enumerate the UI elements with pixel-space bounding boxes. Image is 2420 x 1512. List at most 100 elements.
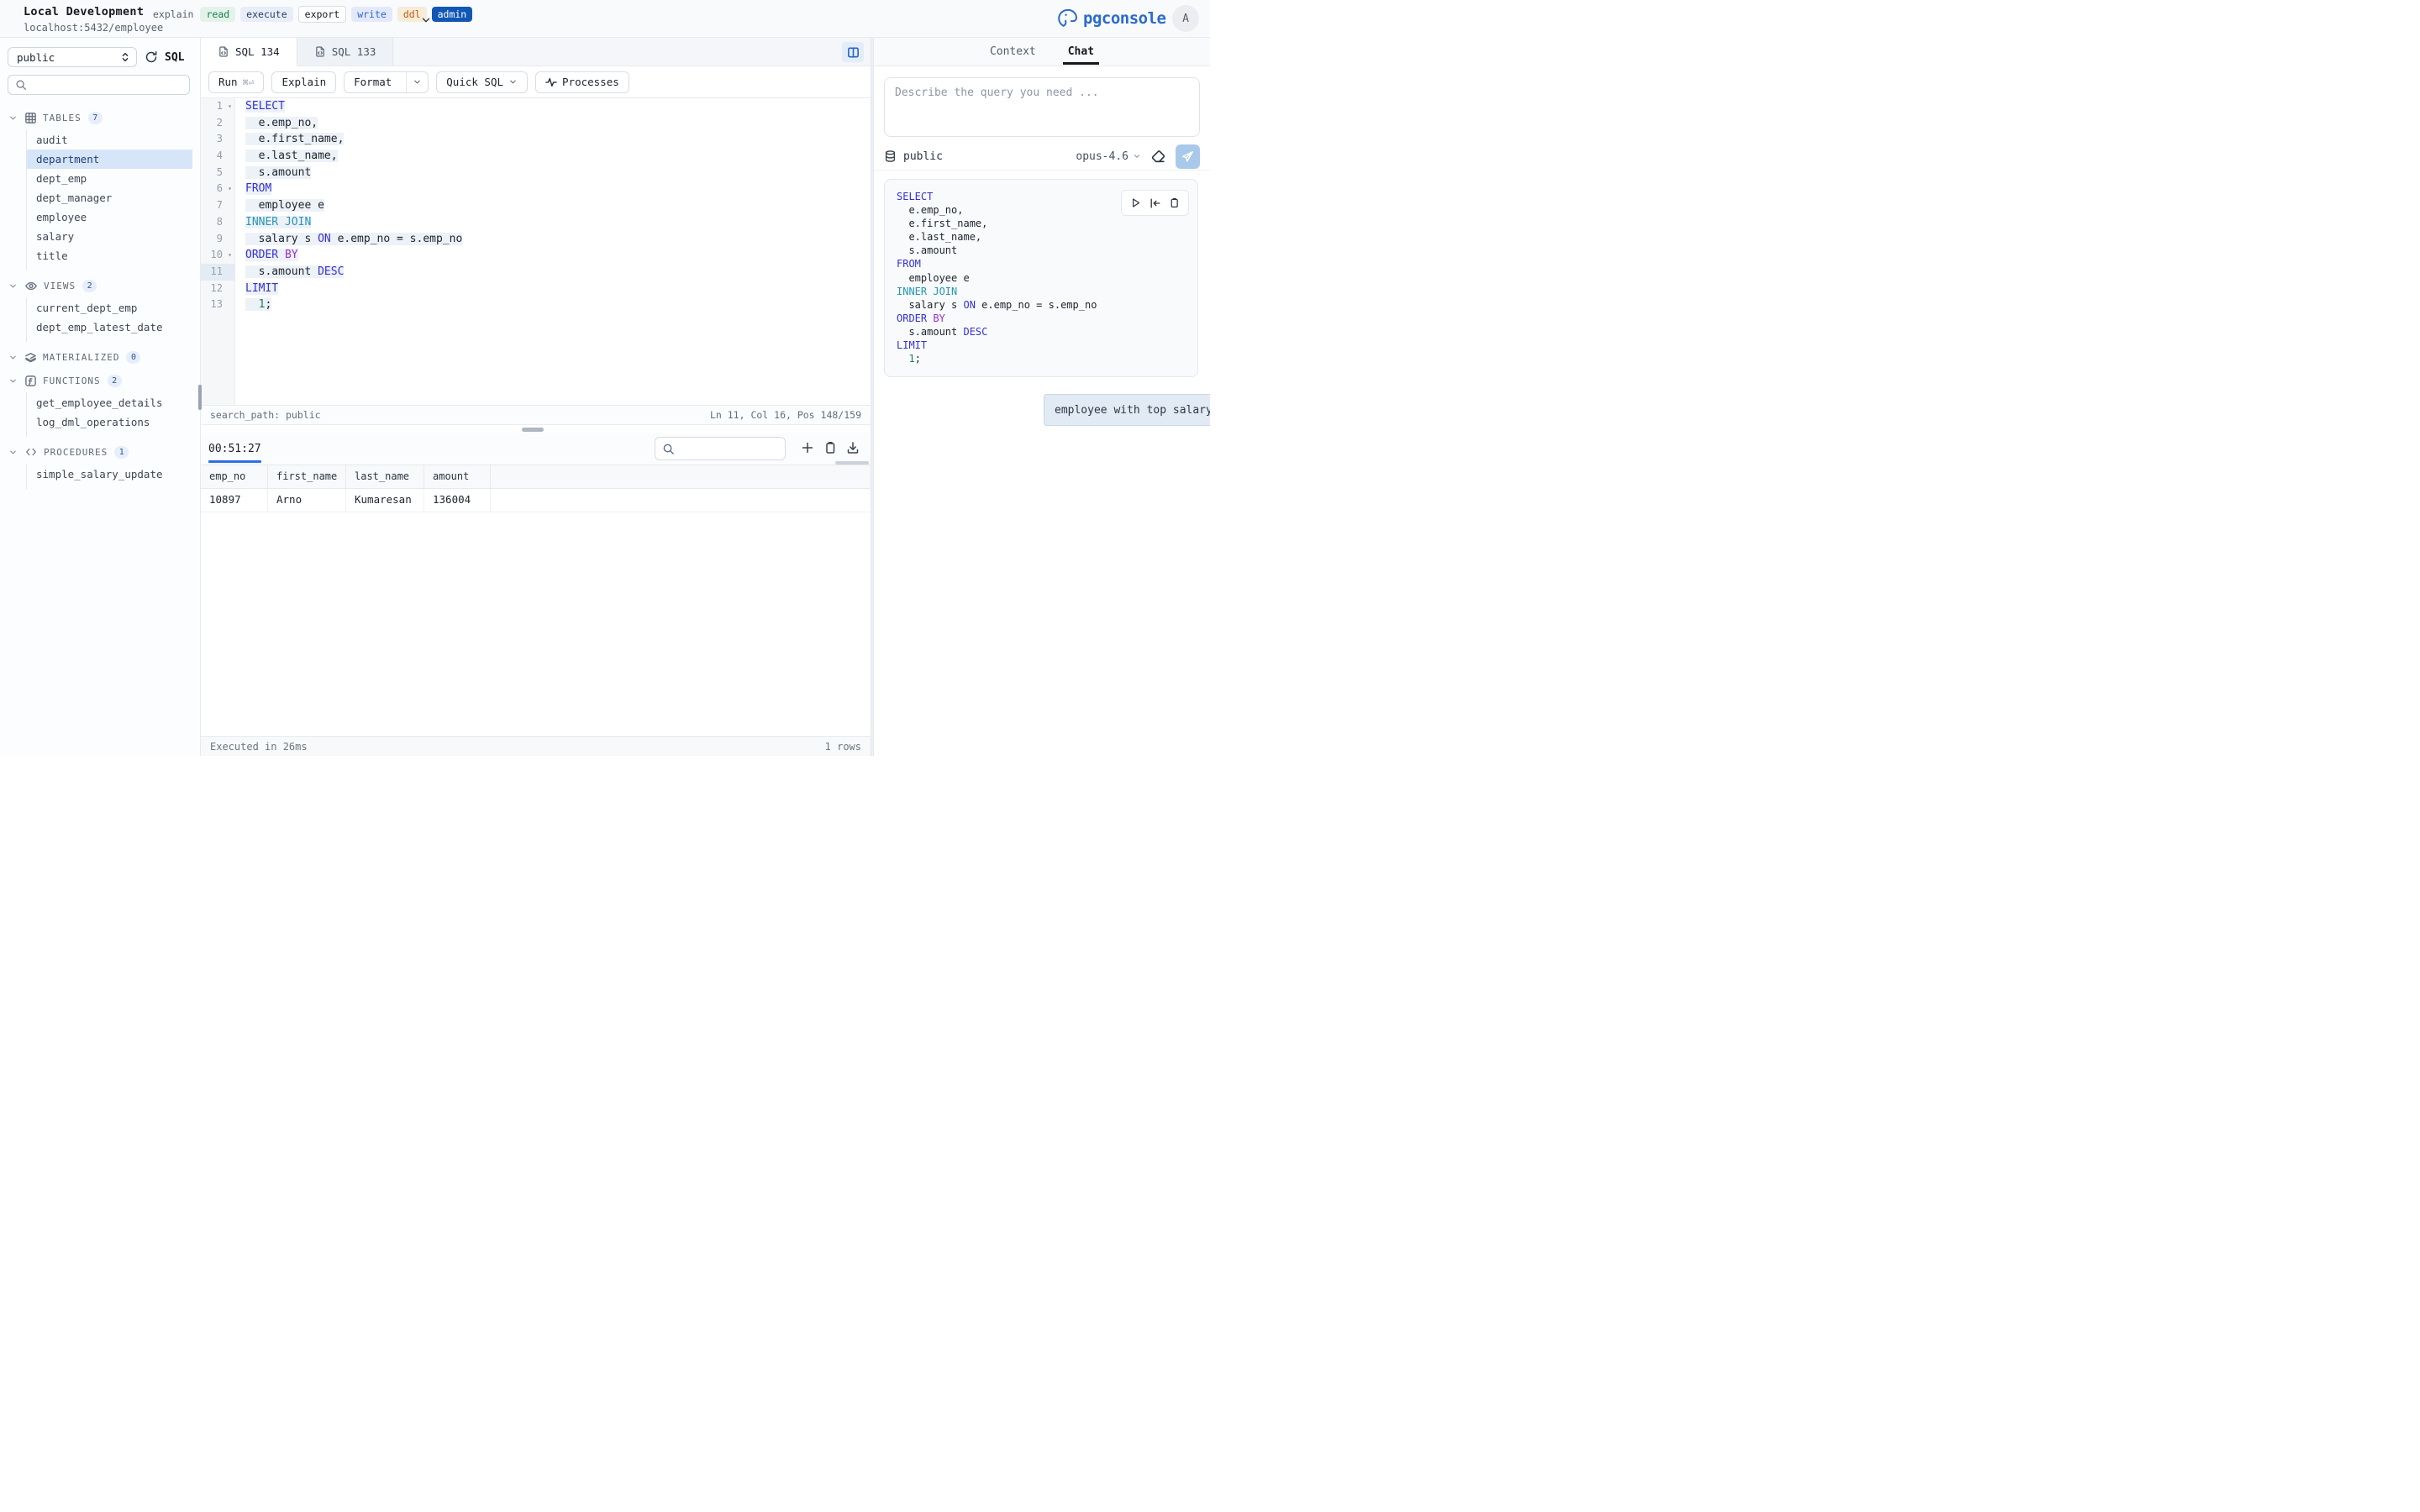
fold-arrow-icon[interactable]: ▾	[228, 98, 232, 115]
assistant-tab-context[interactable]: Context	[990, 38, 1036, 66]
line-number-11[interactable]: 11	[201, 264, 234, 281]
editor-main: SQL 134 SQL 133 Run ⌘⏎ Explain Format Qui…	[201, 38, 871, 756]
editor-code[interactable]: SELECT e.emp_no, e.first_name, e.last_na…	[235, 98, 871, 405]
cell[interactable]: Arno	[268, 489, 346, 512]
column-header-first_name[interactable]: first_name	[268, 465, 346, 488]
cell[interactable]: 136004	[424, 489, 491, 512]
section-label: MATERIALIZED	[43, 352, 119, 363]
chevron-down-icon[interactable]	[8, 353, 18, 362]
assistant-tab-label: Context	[990, 45, 1036, 58]
result-timer-tab[interactable]: 00:51:27	[208, 433, 261, 465]
sql-code-line: ORDER BY	[897, 312, 1097, 325]
editor-tab-sql-134[interactable]: SQL 134	[201, 38, 297, 66]
run-query-icon[interactable]	[1130, 197, 1141, 208]
section-header-views[interactable]: VIEWS2	[8, 277, 201, 294]
avatar[interactable]: A	[1172, 5, 1199, 32]
sidebar-search-input[interactable]	[8, 75, 190, 95]
refresh-icon[interactable]	[145, 50, 158, 64]
sidebar-item-department[interactable]: department	[27, 150, 192, 169]
clipboard-icon[interactable]	[823, 441, 837, 454]
section-header-procedures[interactable]: PROCEDURES1	[8, 444, 201, 460]
line-number-1[interactable]: 1▾	[201, 98, 234, 115]
chevron-down-icon[interactable]	[420, 14, 432, 26]
download-icon[interactable]	[846, 441, 860, 454]
line-number-6[interactable]: 6▾	[201, 181, 234, 197]
chevron-down-icon[interactable]	[8, 113, 18, 123]
sql-editor[interactable]: 1▾23456▾78910▾111213 SELECT e.emp_no, e.…	[201, 98, 871, 405]
chevron-down-icon[interactable]	[8, 376, 18, 386]
sidebar-item-log_dml_operations[interactable]: log_dml_operations	[27, 412, 192, 432]
chevron-down-icon[interactable]	[8, 448, 18, 457]
section-header-functions[interactable]: FUNCTIONS2	[8, 372, 201, 389]
sidebar-item-employee[interactable]: employee	[27, 207, 192, 227]
horizontal-scrollbar-thumb[interactable]	[835, 461, 869, 465]
assistant-tab-chat[interactable]: Chat	[1068, 38, 1094, 66]
send-button[interactable]	[1176, 144, 1200, 169]
sidebar-item-dept_emp[interactable]: dept_emp	[27, 169, 192, 188]
file-code-icon	[314, 45, 326, 58]
line-number-10[interactable]: 10▾	[201, 247, 234, 264]
quick-sql-label: Quick SQL	[446, 76, 503, 88]
editor-tab-sql-133[interactable]: SQL 133	[297, 38, 394, 66]
function-icon	[24, 375, 37, 387]
sidebar-item-dept_manager[interactable]: dept_manager	[27, 188, 192, 207]
sql-card-toolbar	[1121, 190, 1189, 216]
line-number-2[interactable]: 2	[201, 115, 234, 132]
insert-into-editor-icon[interactable]	[1150, 197, 1161, 209]
chat-schema-chip[interactable]: public	[884, 150, 943, 163]
chevron-down-icon[interactable]	[406, 72, 428, 92]
format-button[interactable]: Format	[344, 71, 429, 93]
explain-button[interactable]: Explain	[271, 71, 336, 93]
sidebar-item-audit[interactable]: audit	[27, 130, 192, 150]
quick-sql-button[interactable]: Quick SQL	[436, 71, 528, 93]
schema-select[interactable]: public	[8, 47, 137, 67]
sql-code-line: 1;	[245, 297, 871, 313]
section-count-badge: 0	[126, 351, 140, 364]
sidebar-item-title[interactable]: title	[27, 246, 192, 265]
fold-arrow-icon[interactable]: ▾	[228, 181, 232, 197]
sidebar-item-simple_salary_update[interactable]: simple_salary_update	[27, 465, 192, 484]
editor-tab-label: SQL 133	[332, 45, 376, 58]
sql-code-line: LIMIT	[897, 339, 1097, 352]
line-number-7[interactable]: 7	[201, 197, 234, 214]
line-number-12[interactable]: 12	[201, 281, 234, 297]
processes-button[interactable]: Processes	[535, 71, 629, 93]
sidebar-item-get_employee_details[interactable]: get_employee_details	[27, 393, 192, 412]
sidebar-item-dept_emp_latest_date[interactable]: dept_emp_latest_date	[27, 318, 192, 337]
copy-icon[interactable]	[1169, 197, 1180, 208]
run-button[interactable]: Run ⌘⏎	[208, 71, 264, 93]
split-panel-icon[interactable]	[842, 42, 864, 62]
section-header-materialized[interactable]: MATERIALIZED 0	[8, 349, 201, 365]
section-header-tables[interactable]: TABLES7	[8, 109, 201, 126]
line-number-9[interactable]: 9	[201, 231, 234, 248]
cell[interactable]: 10897	[201, 489, 268, 512]
chat-prompt-input[interactable]: Describe the query you need ...	[884, 77, 1200, 137]
model-select[interactable]: opus-4.6	[1076, 150, 1141, 163]
chevron-updown-icon	[120, 51, 130, 63]
schema-select-value: public	[17, 51, 55, 64]
sql-code-line: e.first_name,	[245, 131, 871, 148]
add-icon[interactable]	[801, 441, 814, 454]
results-resize-handle[interactable]	[522, 428, 544, 432]
editor-tab-label: SQL 134	[235, 45, 280, 58]
sidebar-item-current_dept_emp[interactable]: current_dept_emp	[27, 298, 192, 318]
column-header-emp_no[interactable]: emp_no	[201, 465, 268, 488]
line-number-13[interactable]: 13	[201, 297, 234, 313]
sql-mode-label[interactable]: SQL	[165, 51, 184, 64]
sidebar-item-salary[interactable]: salary	[27, 227, 192, 246]
sql-code-line: INNER JOIN	[245, 214, 871, 231]
eraser-icon[interactable]	[1151, 150, 1165, 164]
column-header-last_name[interactable]: last_name	[346, 465, 424, 488]
chevron-down-icon[interactable]	[8, 281, 18, 291]
line-number-4[interactable]: 4	[201, 148, 234, 165]
line-number-8[interactable]: 8	[201, 214, 234, 231]
cell[interactable]: Kumaresan	[346, 489, 424, 512]
line-number-5[interactable]: 5	[201, 165, 234, 181]
active-tab-underline	[1063, 62, 1099, 65]
connection-string: localhost:5432/employee	[24, 22, 163, 34]
fold-arrow-icon[interactable]: ▾	[228, 247, 232, 264]
results-search-input[interactable]	[655, 437, 786, 460]
sidebar-resize-handle[interactable]	[198, 385, 202, 410]
line-number-3[interactable]: 3	[201, 131, 234, 148]
column-header-amount[interactable]: amount	[424, 465, 491, 488]
